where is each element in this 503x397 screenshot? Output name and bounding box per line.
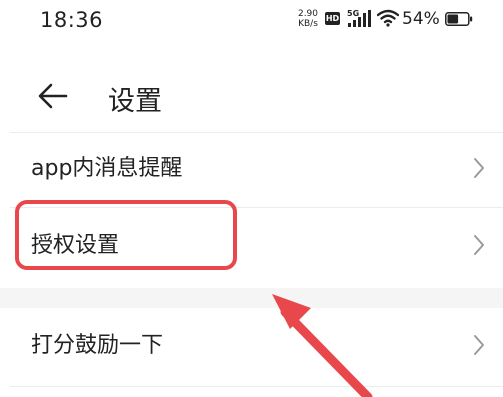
chevron-right-icon	[474, 158, 484, 178]
page-header: 设置	[0, 66, 503, 126]
settings-item-label: 打分鼓励一下	[31, 333, 164, 358]
network-type-label: 5G	[347, 9, 359, 18]
chevron-right-icon	[474, 335, 484, 355]
status-bar: 18:36 2.90 KB/s HD 5G 54%	[0, 0, 503, 44]
chevron-right-icon	[474, 235, 484, 255]
hd-badge: HD	[325, 12, 340, 25]
network-speed-value: 2.90	[297, 9, 319, 19]
battery-icon	[445, 12, 473, 26]
status-time: 18:36	[40, 8, 104, 32]
divider	[10, 386, 503, 387]
annotation-highlight-box	[15, 200, 237, 270]
cellular-signal-icon: 5G	[347, 9, 371, 27]
back-arrow-icon[interactable]	[36, 80, 70, 112]
settings-item-message-reminder[interactable]: app内消息提醒	[0, 133, 503, 203]
settings-item-rate-app[interactable]: 打分鼓励一下	[0, 310, 503, 380]
battery-percent: 54%	[402, 9, 440, 29]
settings-item-label: app内消息提醒	[31, 156, 183, 181]
page-title: 设置	[108, 86, 162, 117]
wifi-icon	[377, 9, 399, 27]
network-speed: 2.90 KB/s	[297, 9, 319, 29]
section-separator	[0, 288, 503, 308]
network-speed-unit: KB/s	[298, 19, 318, 29]
